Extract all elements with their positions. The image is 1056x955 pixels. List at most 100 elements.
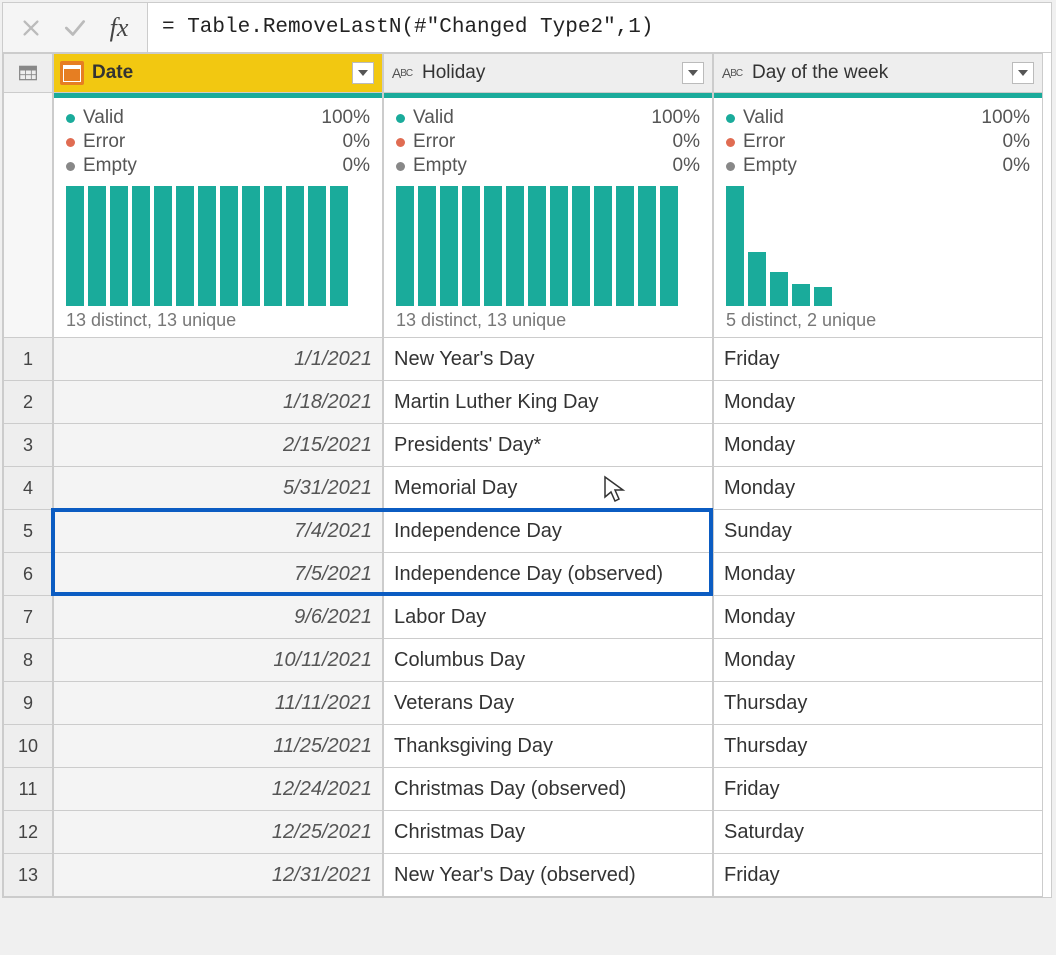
cell[interactable]: 12/24/2021 (53, 768, 383, 811)
power-query-editor: fx = Table.RemoveLastN(#"Changed Type2",… (2, 2, 1052, 898)
cell[interactable]: 11/25/2021 (53, 725, 383, 768)
distribution-histogram (66, 186, 370, 306)
fx-button[interactable]: fx (99, 8, 139, 48)
cell[interactable]: Thursday (713, 725, 1043, 768)
column-header-holiday[interactable]: ABCHoliday (383, 53, 713, 93)
row-number[interactable]: 13 (3, 854, 53, 897)
cell[interactable]: Monday (713, 467, 1043, 510)
cell[interactable]: Sunday (713, 510, 1043, 553)
stat-empty: Empty0% (66, 154, 370, 178)
row-number[interactable]: 8 (3, 639, 53, 682)
stat-value: 0% (1003, 131, 1030, 153)
cell[interactable]: Monday (713, 553, 1043, 596)
row-number[interactable]: 12 (3, 811, 53, 854)
row-number[interactable]: 7 (3, 596, 53, 639)
stat-error: Error 0% (396, 130, 700, 154)
stat-label: Error (413, 131, 455, 153)
column-header-day-of-the-week[interactable]: ABCDay of the week (713, 53, 1043, 93)
cell[interactable]: 12/25/2021 (53, 811, 383, 854)
cell[interactable]: Veterans Day (383, 682, 713, 725)
stat-value: 0% (673, 131, 700, 153)
cell[interactable]: Labor Day (383, 596, 713, 639)
cell[interactable]: 1/18/2021 (53, 381, 383, 424)
stat-valid: Valid100% (726, 106, 1030, 130)
formula-input[interactable]: = Table.RemoveLastN(#"Changed Type2",1) (148, 3, 1051, 52)
stat-value: 100% (981, 107, 1030, 129)
text-type-icon: ABC (720, 61, 744, 85)
cell[interactable]: Monday (713, 596, 1043, 639)
cell[interactable]: 7/5/2021 (53, 553, 383, 596)
cell[interactable]: 1/1/2021 (53, 338, 383, 381)
cell[interactable]: Monday (713, 639, 1043, 682)
empty-dot-icon (396, 162, 405, 171)
cell[interactable]: Saturday (713, 811, 1043, 854)
distribution-histogram (726, 186, 1030, 306)
cell[interactable]: Memorial Day (383, 467, 713, 510)
cell[interactable]: 7/4/2021 (53, 510, 383, 553)
filter-dropdown-button[interactable] (682, 62, 704, 84)
error-dot-icon (726, 138, 735, 147)
column-profile: Valid100%Error 0% Empty 0% 13 distinct, 13 u… (383, 93, 713, 338)
stat-valid: Valid100% (396, 106, 700, 130)
cell[interactable]: Presidents' Day* (383, 424, 713, 467)
filter-dropdown-button[interactable] (352, 62, 374, 84)
cell[interactable]: New Year's Day (383, 338, 713, 381)
stat-value: 100% (321, 107, 370, 129)
row-number[interactable]: 4 (3, 467, 53, 510)
row-number[interactable]: 1 (3, 338, 53, 381)
row-number[interactable]: 9 (3, 682, 53, 725)
stat-label: Error (83, 131, 125, 153)
empty-dot-icon (66, 162, 75, 171)
cell[interactable]: Thursday (713, 682, 1043, 725)
stat-valid: Valid100% (66, 106, 370, 130)
cell[interactable]: Monday (713, 424, 1043, 467)
filter-dropdown-button[interactable] (1012, 62, 1034, 84)
cell[interactable]: 11/11/2021 (53, 682, 383, 725)
row-number[interactable]: 6 (3, 553, 53, 596)
calendar-icon (60, 61, 84, 85)
stat-value: 0% (1003, 155, 1030, 177)
stat-empty: Empty0% (726, 154, 1030, 178)
cell[interactable]: 12/31/2021 (53, 854, 383, 897)
row-number[interactable]: 2 (3, 381, 53, 424)
distribution-histogram (396, 186, 700, 306)
cell[interactable]: 10/11/2021 (53, 639, 383, 682)
text-type-icon: ABC (390, 61, 414, 85)
cell[interactable]: 2/15/2021 (53, 424, 383, 467)
row-number[interactable]: 5 (3, 510, 53, 553)
cell[interactable]: 5/31/2021 (53, 467, 383, 510)
cell[interactable]: Friday (713, 338, 1043, 381)
cell[interactable]: 9/6/2021 (53, 596, 383, 639)
cell[interactable]: Columbus Day (383, 639, 713, 682)
formula-bar-buttons: fx (3, 3, 148, 52)
cell[interactable]: Friday (713, 854, 1043, 897)
select-all-corner[interactable] (3, 53, 53, 93)
cell[interactable]: Martin Luther King Day (383, 381, 713, 424)
cell[interactable]: Thanksgiving Day (383, 725, 713, 768)
stat-empty: Empty 0% (396, 154, 700, 178)
row-number[interactable]: 11 (3, 768, 53, 811)
formula-bar: fx = Table.RemoveLastN(#"Changed Type2",… (3, 3, 1051, 53)
cell[interactable]: Christmas Day (383, 811, 713, 854)
cell[interactable]: New Year's Day (observed) (383, 854, 713, 897)
stat-value: 100% (651, 107, 700, 129)
column-header-date[interactable]: Date (53, 53, 383, 93)
cell[interactable]: Christmas Day (observed) (383, 768, 713, 811)
cell[interactable]: Friday (713, 768, 1043, 811)
stat-label: Empty (413, 155, 467, 177)
distinct-summary: 13 distinct, 13 unique (396, 310, 700, 331)
stat-value: 0% (673, 155, 700, 177)
column-name: Date (92, 62, 352, 84)
cell[interactable]: Independence Day (383, 510, 713, 553)
row-number[interactable]: 10 (3, 725, 53, 768)
distinct-summary: 5 distinct, 2 unique (726, 310, 1030, 331)
commit-button[interactable] (55, 8, 95, 48)
data-grid: Date ABCHolidayABCDay of the week Valid100… (3, 53, 1051, 897)
cell[interactable]: Independence Day (observed) (383, 553, 713, 596)
row-number[interactable]: 3 (3, 424, 53, 467)
cell[interactable]: Monday (713, 381, 1043, 424)
error-dot-icon (66, 138, 75, 147)
cancel-button[interactable] (11, 8, 51, 48)
empty-dot-icon (726, 162, 735, 171)
stat-label: Empty (83, 155, 137, 177)
